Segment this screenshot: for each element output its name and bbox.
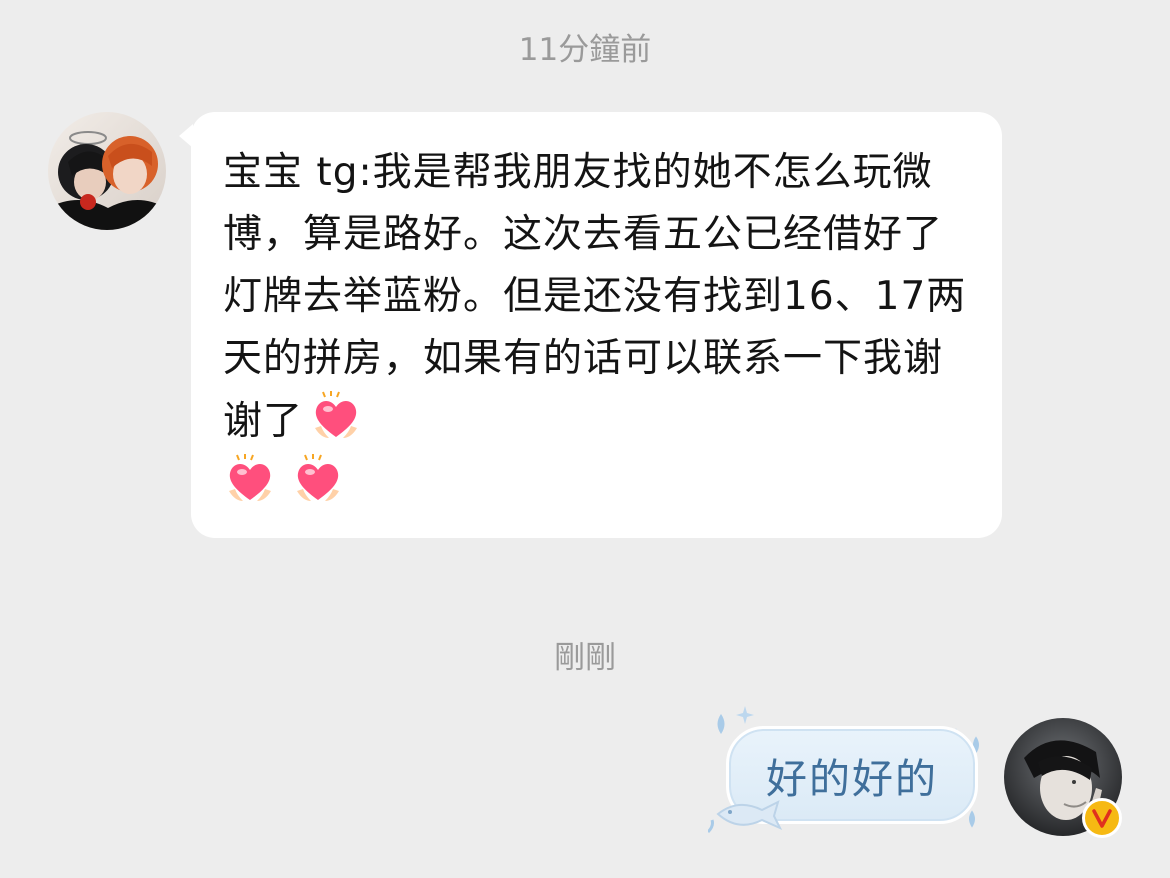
incoming-avatar[interactable] [48,112,166,230]
timestamp-first: 11分鐘前 [518,32,652,68]
timestamp-second: 剛剛 [554,640,616,676]
outgoing-message-wrapper: 好的好的 [700,706,988,846]
outgoing-message-text: 好的好的 [766,755,938,803]
incoming-message-text: 宝宝 tg:我是帮我朋友找的她不怎么玩微博，算是路好。这次去看五公已经借好了灯牌… [223,142,972,516]
heart-hands-emoji [229,454,271,501]
user-avatar-icon [48,112,166,230]
incoming-message-bubble[interactable]: 宝宝 tg:我是帮我朋友找的她不怎么玩微博，算是路好。这次去看五公已经借好了灯牌… [191,112,1002,538]
v-letter-icon [1092,809,1112,828]
sparkle-icon [736,706,754,724]
fish-icon [708,800,783,834]
heart-hands-emoji [297,454,339,501]
droplet-icon [969,810,975,828]
verified-v-badge-icon [1082,798,1122,838]
heart-hands-emoji [315,391,358,438]
droplet-icon [717,714,725,734]
